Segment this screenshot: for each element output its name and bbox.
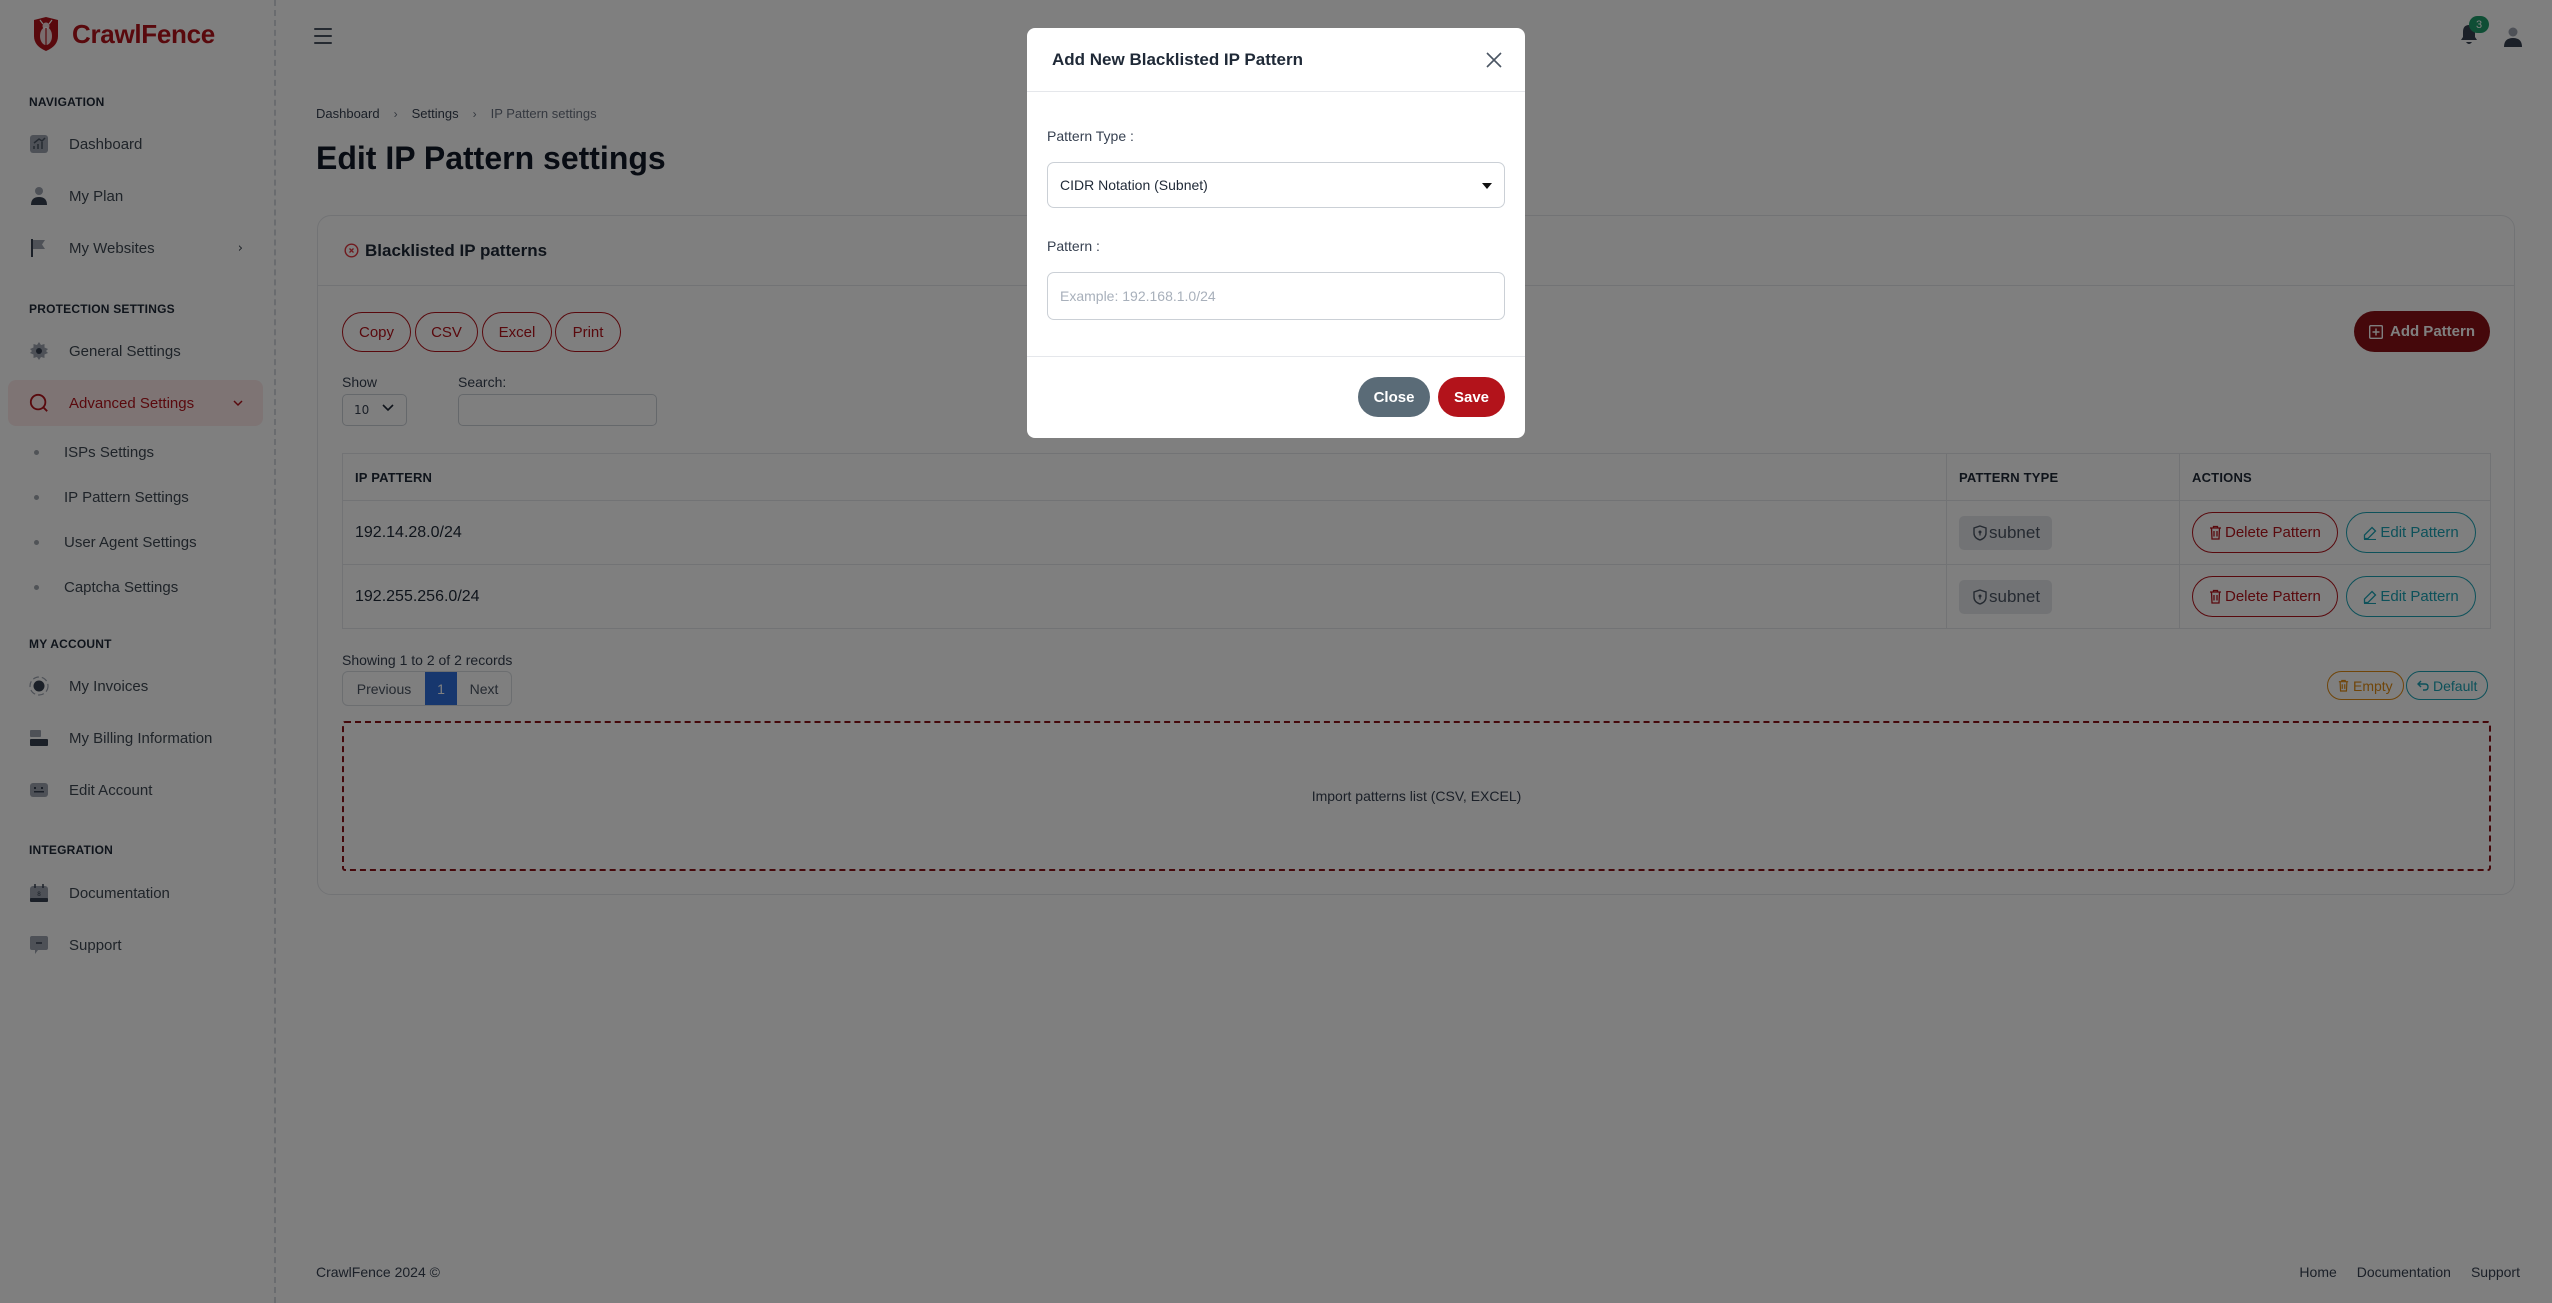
- caret-down-icon: [1482, 183, 1492, 189]
- modal-save-button[interactable]: Save: [1438, 377, 1505, 417]
- pattern-type-label: Pattern Type :: [1047, 128, 1134, 144]
- pattern-type-value: CIDR Notation (Subnet): [1060, 177, 1208, 193]
- modal-footer: Close Save: [1027, 356, 1525, 438]
- modal-title: Add New Blacklisted IP Pattern: [1052, 49, 1303, 69]
- pattern-input[interactable]: [1047, 272, 1505, 320]
- pattern-label: Pattern :: [1047, 238, 1100, 254]
- modal-header: Add New Blacklisted IP Pattern: [1027, 28, 1525, 92]
- add-pattern-modal: Add New Blacklisted IP Pattern Pattern T…: [1027, 28, 1525, 438]
- pattern-type-select[interactable]: CIDR Notation (Subnet): [1047, 162, 1505, 208]
- close-icon[interactable]: [1485, 51, 1503, 69]
- modal-close-button[interactable]: Close: [1358, 377, 1430, 417]
